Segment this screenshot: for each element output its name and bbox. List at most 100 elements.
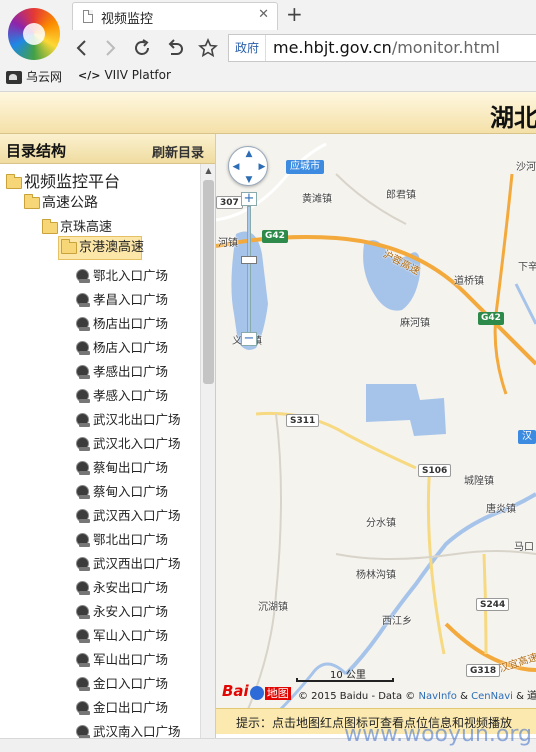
back-button[interactable] bbox=[70, 36, 94, 60]
camera-item[interactable]: 孝感出口广场 bbox=[76, 360, 168, 384]
zoom-slider-handle[interactable] bbox=[241, 256, 257, 264]
road-shield: G42 bbox=[478, 312, 504, 325]
undo-button[interactable] bbox=[163, 36, 187, 60]
camera-item[interactable]: 武汉南入口广场 bbox=[76, 720, 181, 738]
url-host: me.hbjt.gov.cn bbox=[273, 38, 392, 57]
camera-label: 鄂北入口广场 bbox=[93, 268, 169, 283]
camera-item[interactable]: 永安出口广场 bbox=[76, 576, 168, 600]
tree-node-root[interactable]: 视频监控平台 bbox=[6, 168, 120, 191]
map-place-label: 麻河镇 bbox=[400, 318, 430, 329]
scale-line bbox=[296, 678, 394, 682]
camera-item[interactable]: 武汉北出口广场 bbox=[76, 408, 181, 432]
bookmark-viiv[interactable]: </> VIIV Platfor bbox=[78, 68, 171, 82]
tree-scrollbar[interactable]: ▲ bbox=[200, 164, 215, 738]
url-text[interactable]: me.hbjt.gov.cn/monitor.html bbox=[273, 38, 500, 57]
road-shield: S106 bbox=[418, 464, 452, 477]
zoom-in-button[interactable]: + bbox=[241, 192, 257, 206]
map-scale-bar: 10 公里 bbox=[296, 666, 394, 682]
map-place-label: 下辛 bbox=[518, 262, 536, 273]
site-badge[interactable]: 政府 bbox=[229, 35, 267, 61]
map-place-label: 郎君镇 bbox=[386, 190, 416, 201]
undo-icon bbox=[168, 39, 183, 55]
camera-label: 杨店出口广场 bbox=[93, 316, 169, 331]
camera-icon bbox=[76, 341, 91, 356]
map-place-label: 分水镇 bbox=[366, 518, 396, 529]
new-tab-button[interactable]: + bbox=[286, 2, 303, 26]
camera-item[interactable]: 永安入口广场 bbox=[76, 600, 168, 624]
camera-item[interactable]: 军山入口广场 bbox=[76, 624, 168, 648]
camera-icon bbox=[76, 269, 91, 284]
camera-item[interactable]: 蔡甸入口广场 bbox=[76, 480, 168, 504]
camera-icon bbox=[76, 653, 91, 668]
pan-left-icon[interactable]: ◀ bbox=[231, 162, 241, 172]
folder-open-icon bbox=[6, 173, 22, 189]
bookmark-star-button[interactable] bbox=[196, 36, 220, 60]
pan-up-icon[interactable]: ▲ bbox=[244, 149, 254, 159]
camera-label: 孝感入口广场 bbox=[93, 388, 169, 403]
star-icon bbox=[198, 37, 218, 58]
copyright-prefix: © 2015 Baidu - Data © bbox=[298, 691, 416, 702]
camera-label: 金口出口广场 bbox=[93, 700, 169, 715]
map-pan-control[interactable]: ▲ ▼ ◀ ▶ bbox=[228, 146, 268, 186]
forward-button[interactable] bbox=[98, 36, 122, 60]
tree-node-jingzhu[interactable]: 京珠高速 bbox=[42, 216, 112, 238]
address-bar[interactable]: 政府 me.hbjt.gov.cn/monitor.html bbox=[228, 34, 536, 62]
camera-icon bbox=[76, 605, 91, 620]
camera-label: 蔡甸出口广场 bbox=[93, 460, 169, 475]
url-path: /monitor.html bbox=[391, 38, 500, 57]
page-icon bbox=[83, 10, 93, 23]
tree-node-jinggang-selected[interactable]: 京港澳高速 bbox=[58, 236, 145, 260]
tree-node-label: 京港澳高速 bbox=[79, 240, 145, 255]
camera-icon bbox=[76, 533, 91, 548]
camera-item[interactable]: 孝感入口广场 bbox=[76, 384, 168, 408]
camera-item[interactable]: 金口出口广场 bbox=[76, 696, 168, 720]
baidu-map-logo[interactable]: Bai 地图 bbox=[222, 682, 291, 702]
baidu-paw-icon bbox=[249, 685, 264, 700]
camera-icon bbox=[76, 437, 91, 452]
camera-icon bbox=[76, 581, 91, 596]
map-city-label[interactable]: 应城市 bbox=[286, 160, 324, 174]
pan-right-icon[interactable]: ▶ bbox=[257, 162, 267, 172]
map-place-label: 唐炎镇 bbox=[486, 504, 516, 515]
zoom-slider-track[interactable] bbox=[247, 206, 251, 336]
camera-icon bbox=[76, 365, 91, 380]
camera-item[interactable]: 金口入口广场 bbox=[76, 672, 168, 696]
camera-item[interactable]: 杨店入口广场 bbox=[76, 336, 168, 360]
refresh-directory-button[interactable]: 刷新目录 bbox=[152, 142, 204, 161]
camera-item[interactable]: 杨店出口广场 bbox=[76, 312, 168, 336]
pan-down-icon[interactable]: ▼ bbox=[244, 175, 254, 185]
map-view[interactable]: 应城市 汉 黄滩镇 郎君镇 沙河 河镇 道桥镇 下辛 麻河镇 义河镇 城隍镇 唐… bbox=[216, 134, 536, 714]
camera-item[interactable]: 武汉北入口广场 bbox=[76, 432, 181, 456]
camera-item[interactable]: 孝昌入口广场 bbox=[76, 288, 168, 312]
copyright-mid: & bbox=[460, 691, 468, 702]
tab-close-icon[interactable]: ✕ bbox=[258, 7, 269, 22]
arrow-left-icon bbox=[76, 40, 86, 56]
camera-item[interactable]: 鄂北出口广场 bbox=[76, 528, 168, 552]
camera-item[interactable]: 鄂北入口广场 bbox=[76, 264, 168, 288]
camera-item[interactable]: 军山出口广场 bbox=[76, 648, 168, 672]
lake-central bbox=[366, 384, 446, 436]
tab-video-monitor[interactable]: 视频监控 ✕ bbox=[72, 2, 278, 30]
camera-item[interactable]: 蔡甸出口广场 bbox=[76, 456, 168, 480]
map-place-label: 沙河 bbox=[516, 162, 536, 173]
page-header: 湖北 bbox=[0, 92, 536, 134]
cennavi-link[interactable]: CenNavi bbox=[471, 691, 513, 702]
camera-icon bbox=[76, 293, 91, 308]
baidu-logo-text: Bai bbox=[222, 682, 249, 700]
scrollbar-thumb[interactable] bbox=[203, 180, 214, 384]
map-place-label: 道桥镇 bbox=[454, 276, 484, 287]
camera-item[interactable]: 武汉西出口广场 bbox=[76, 552, 181, 576]
zoom-out-button[interactable]: − bbox=[241, 332, 257, 346]
map-place-label: 杨林沟镇 bbox=[356, 570, 396, 581]
reload-button[interactable] bbox=[130, 36, 154, 60]
scroll-up-icon[interactable]: ▲ bbox=[201, 164, 215, 178]
bookmark-label: 乌云网 bbox=[26, 70, 63, 84]
map-city-label[interactable]: 汉 bbox=[518, 430, 536, 444]
camera-label: 孝感出口广场 bbox=[93, 364, 169, 379]
navinfo-link[interactable]: NavInfo bbox=[418, 691, 456, 702]
bookmark-wuyun[interactable]: 乌云网 bbox=[6, 68, 62, 85]
tree-node-highway[interactable]: 高速公路 bbox=[24, 192, 98, 214]
camera-item[interactable]: 武汉西入口广场 bbox=[76, 504, 181, 528]
browser-logo-icon[interactable] bbox=[8, 8, 60, 60]
code-icon: </> bbox=[78, 69, 101, 82]
